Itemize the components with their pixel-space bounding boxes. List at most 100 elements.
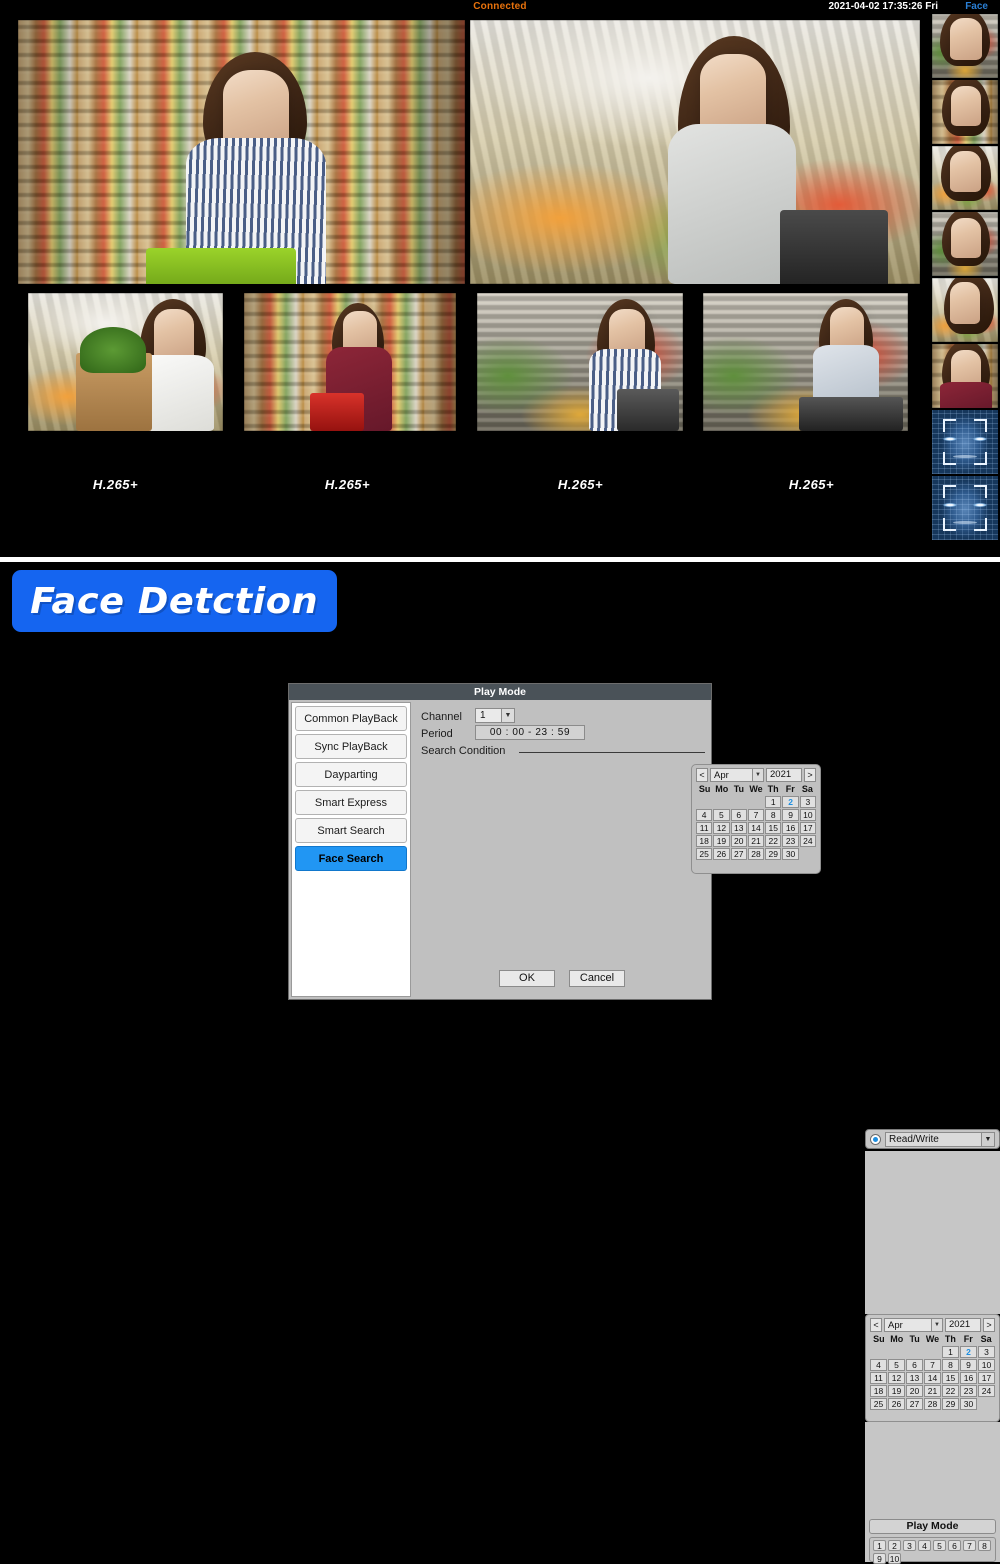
calendar-day-30[interactable]: 30 — [782, 848, 799, 860]
calendar-year-value[interactable]: 2021 — [766, 768, 802, 782]
calendar-next-button[interactable]: > — [983, 1318, 995, 1332]
access-mode-select[interactable]: Read/Write ▼ — [885, 1131, 995, 1147]
calendar-day-12[interactable]: 12 — [888, 1372, 905, 1384]
calendar-day-30[interactable]: 30 — [960, 1398, 977, 1410]
calendar-day-3[interactable]: 3 — [978, 1346, 995, 1358]
calendar-day-29[interactable]: 29 — [765, 848, 782, 860]
calendar-day-23[interactable]: 23 — [960, 1385, 977, 1397]
calendar-day-12[interactable]: 12 — [713, 822, 730, 834]
calendar-day-6[interactable]: 6 — [906, 1359, 923, 1371]
calendar-day-25[interactable]: 25 — [870, 1398, 887, 1410]
camera-tile-2[interactable] — [470, 20, 920, 284]
mode-button-dayparting[interactable]: Dayparting — [295, 762, 407, 787]
calendar-day-23[interactable]: 23 — [782, 835, 799, 847]
calendar-day-13[interactable]: 13 — [906, 1372, 923, 1384]
calendar-day-13[interactable]: 13 — [730, 822, 747, 834]
calendar-day-17[interactable]: 17 — [978, 1372, 995, 1384]
calendar-day-14[interactable]: 14 — [747, 822, 765, 834]
calendar-day-28[interactable]: 28 — [924, 1398, 941, 1410]
channel-button-3[interactable]: 3 — [903, 1540, 916, 1551]
calendar-day-7[interactable]: 7 — [747, 809, 765, 821]
calendar-day-1[interactable]: 1 — [765, 796, 782, 808]
panel-calendar[interactable]: < Apr ▼ 2021 > Su Mo Tu We Th Fr Sa 1234567891… — [865, 1314, 1000, 1422]
calendar-year-value[interactable]: 2021 — [945, 1318, 981, 1332]
calendar-day-20[interactable]: 20 — [906, 1385, 923, 1397]
calendar-day-4[interactable]: 4 — [696, 809, 713, 821]
calendar-day-28[interactable]: 28 — [747, 848, 765, 860]
calendar-day-26[interactable]: 26 — [888, 1398, 905, 1410]
channel-select[interactable]: 1 ▼ — [475, 708, 515, 723]
mode-button-smart-express[interactable]: Smart Express — [295, 790, 407, 815]
calendar-day-24[interactable]: 24 — [799, 835, 816, 847]
calendar-day-15[interactable]: 15 — [765, 822, 782, 834]
cancel-button[interactable]: Cancel — [569, 970, 625, 987]
period-input[interactable]: 00 : 00 - 23 : 59 — [475, 725, 585, 740]
camera-tile-3[interactable] — [28, 293, 223, 431]
calendar-day-5[interactable]: 5 — [713, 809, 730, 821]
calendar-day-21[interactable]: 21 — [924, 1385, 941, 1397]
calendar-day-17[interactable]: 17 — [799, 822, 816, 834]
face-mode-link[interactable]: Face — [965, 0, 988, 14]
channel-button-10[interactable]: 10 — [888, 1553, 901, 1564]
calendar-day-6[interactable]: 6 — [730, 809, 747, 821]
channel-button-2[interactable]: 2 — [888, 1540, 901, 1551]
calendar-day-11[interactable]: 11 — [870, 1372, 887, 1384]
channel-button-8[interactable]: 8 — [978, 1540, 991, 1551]
face-capture-8[interactable] — [932, 476, 998, 540]
face-capture-1[interactable] — [932, 14, 998, 78]
calendar-day-27[interactable]: 27 — [906, 1398, 923, 1410]
face-capture-3[interactable] — [932, 146, 998, 210]
calendar-day-18[interactable]: 18 — [696, 835, 713, 847]
calendar-day-18[interactable]: 18 — [870, 1385, 887, 1397]
calendar-day-11[interactable]: 11 — [696, 822, 713, 834]
calendar-day-29[interactable]: 29 — [942, 1398, 959, 1410]
calendar-day-4[interactable]: 4 — [870, 1359, 887, 1371]
calendar-day-16[interactable]: 16 — [782, 822, 799, 834]
play-mode-button[interactable]: Play Mode — [869, 1519, 996, 1534]
calendar-prev-button[interactable]: < — [696, 768, 708, 782]
calendar-day-15[interactable]: 15 — [942, 1372, 959, 1384]
calendar-day-2[interactable]: 2 — [960, 1346, 977, 1358]
calendar-month-select[interactable]: Apr ▼ — [710, 768, 764, 782]
ok-button[interactable]: OK — [499, 970, 555, 987]
channel-button-9[interactable]: 9 — [873, 1553, 886, 1564]
calendar-day-27[interactable]: 27 — [730, 848, 747, 860]
channel-button-6[interactable]: 6 — [948, 1540, 961, 1551]
calendar-day-10[interactable]: 10 — [799, 809, 816, 821]
calendar-day-21[interactable]: 21 — [747, 835, 765, 847]
calendar-day-8[interactable]: 8 — [765, 809, 782, 821]
calendar-month-select[interactable]: Apr ▼ — [884, 1318, 943, 1332]
calendar-day-2[interactable]: 2 — [782, 796, 799, 808]
face-capture-7[interactable] — [932, 410, 998, 474]
mode-button-smart-search[interactable]: Smart Search — [295, 818, 407, 843]
camera-tile-1[interactable] — [18, 20, 465, 284]
calendar-day-26[interactable]: 26 — [713, 848, 730, 860]
calendar-day-7[interactable]: 7 — [924, 1359, 941, 1371]
camera-tile-4[interactable] — [244, 293, 456, 431]
calendar-day-19[interactable]: 19 — [713, 835, 730, 847]
calendar-day-22[interactable]: 22 — [765, 835, 782, 847]
mode-button-face-search[interactable]: Face Search — [295, 846, 407, 871]
camera-tile-5[interactable] — [477, 293, 683, 431]
calendar-prev-button[interactable]: < — [870, 1318, 882, 1332]
radio-selected-icon[interactable] — [870, 1133, 881, 1145]
camera-tile-6[interactable] — [703, 293, 908, 431]
calendar-day-20[interactable]: 20 — [730, 835, 747, 847]
face-capture-6[interactable] — [932, 344, 998, 408]
calendar-next-button[interactable]: > — [804, 768, 816, 782]
calendar-day-8[interactable]: 8 — [942, 1359, 959, 1371]
face-capture-4[interactable] — [932, 212, 998, 276]
channel-button-7[interactable]: 7 — [963, 1540, 976, 1551]
calendar-day-9[interactable]: 9 — [960, 1359, 977, 1371]
calendar-day-1[interactable]: 1 — [942, 1346, 959, 1358]
calendar-day-14[interactable]: 14 — [924, 1372, 941, 1384]
calendar-day-24[interactable]: 24 — [978, 1385, 995, 1397]
channel-button-1[interactable]: 1 — [873, 1540, 886, 1551]
mode-button-common-playback[interactable]: Common PlayBack — [295, 706, 407, 731]
calendar-day-22[interactable]: 22 — [942, 1385, 959, 1397]
calendar-day-16[interactable]: 16 — [960, 1372, 977, 1384]
calendar-day-10[interactable]: 10 — [978, 1359, 995, 1371]
calendar-day-9[interactable]: 9 — [782, 809, 799, 821]
channel-button-5[interactable]: 5 — [933, 1540, 946, 1551]
face-capture-5[interactable] — [932, 278, 998, 342]
